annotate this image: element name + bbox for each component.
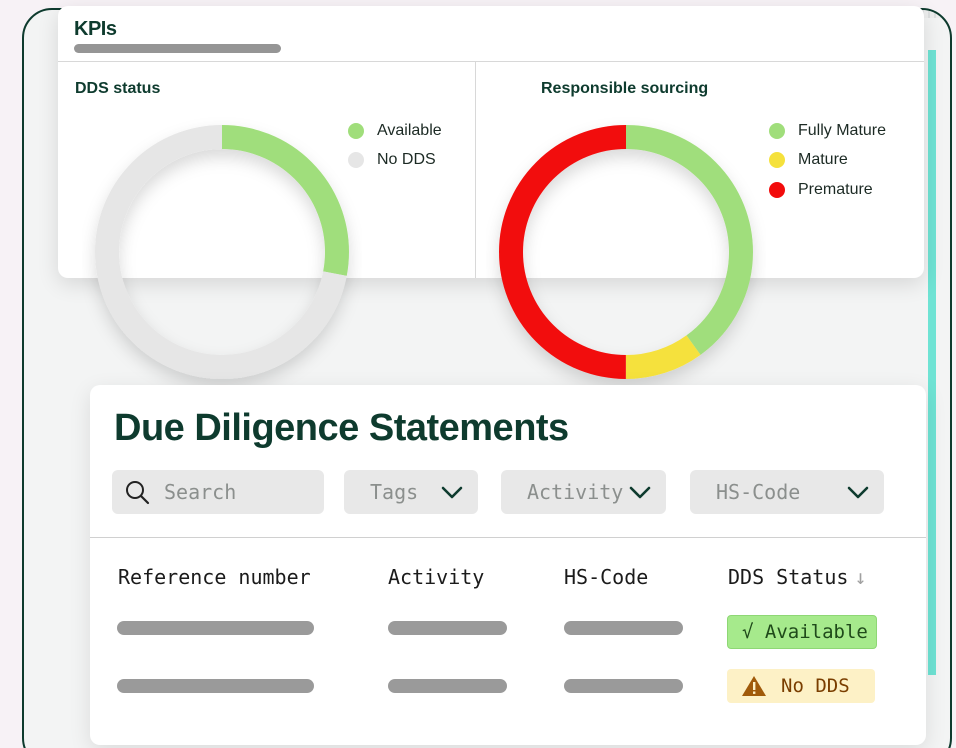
check-icon: √ [742,621,754,643]
tags-filter-dropdown[interactable]: Tags [344,470,478,514]
legend-dot [769,122,785,139]
status-label: Available [764,621,868,643]
column-header-hs-code[interactable]: HS-Code [564,565,648,589]
chevron-down-icon [441,486,463,499]
responsible-sourcing-legend: Fully Mature Mature Premature [769,116,886,205]
column-header-reference-number[interactable]: Reference number [118,565,311,589]
kpi-column-divider [475,62,476,278]
legend-item-premature: Premature [769,175,886,205]
legend-label: Mature [798,151,848,169]
column-header-activity[interactable]: Activity [388,565,484,589]
page-title: Due Diligence Statements [114,407,569,449]
kpi-title: KPIs [74,18,117,40]
legend-item-mature: Mature [769,146,886,176]
responsible-sourcing-donut-chart [499,125,753,379]
search-placeholder: Search [164,480,237,504]
filter-label: Tags [370,480,419,504]
legend-label: Premature [798,180,873,198]
reference-number-placeholder [117,679,314,693]
hs-code-placeholder [564,621,683,635]
responsible-sourcing-title: Responsible sourcing [541,80,709,97]
kpi-title-underline [74,44,281,53]
legend-label: Fully Mature [798,121,887,139]
dds-status-title: DDS status [75,80,161,97]
search-icon [126,481,150,505]
accent-strip [928,50,936,675]
filter-label: HS-Code [716,480,801,504]
dds-status-donut-chart [95,125,349,379]
status-badge-no-dds: No DDS [727,669,875,703]
legend-label: No DDS [377,151,436,169]
sort-descending-icon[interactable]: ↓ [854,565,866,589]
kpi-divider [58,61,924,62]
search-input[interactable]: Search [112,470,324,514]
chevron-down-icon [847,486,869,499]
legend-dot [769,181,785,198]
column-header-label: DDS Status [728,565,849,589]
reference-number-placeholder [117,621,314,635]
filter-label: Activity [527,480,624,504]
activity-placeholder [388,621,507,635]
dds-card: Due Diligence Statements Search Tags Act… [90,385,926,745]
dds-status-legend: Available No DDS [348,116,442,175]
chevron-down-icon [629,486,651,499]
legend-item-fully-mature: Fully Mature [769,116,886,146]
hs-code-filter-dropdown[interactable]: HS-Code [690,470,884,514]
column-header-dds-status[interactable]: DDS Status ↓ [728,565,866,589]
status-label: No DDS [781,675,850,697]
activity-placeholder [388,679,507,693]
legend-item-available: Available [348,116,442,146]
legend-label: Available [377,121,442,139]
table-divider [90,537,926,538]
hs-code-placeholder [564,679,683,693]
legend-dot [769,152,785,169]
warning-icon [742,676,766,696]
status-badge-available: √ Available [727,615,877,649]
legend-item-no-dds: No DDS [348,146,442,176]
activity-filter-dropdown[interactable]: Activity [501,470,666,514]
